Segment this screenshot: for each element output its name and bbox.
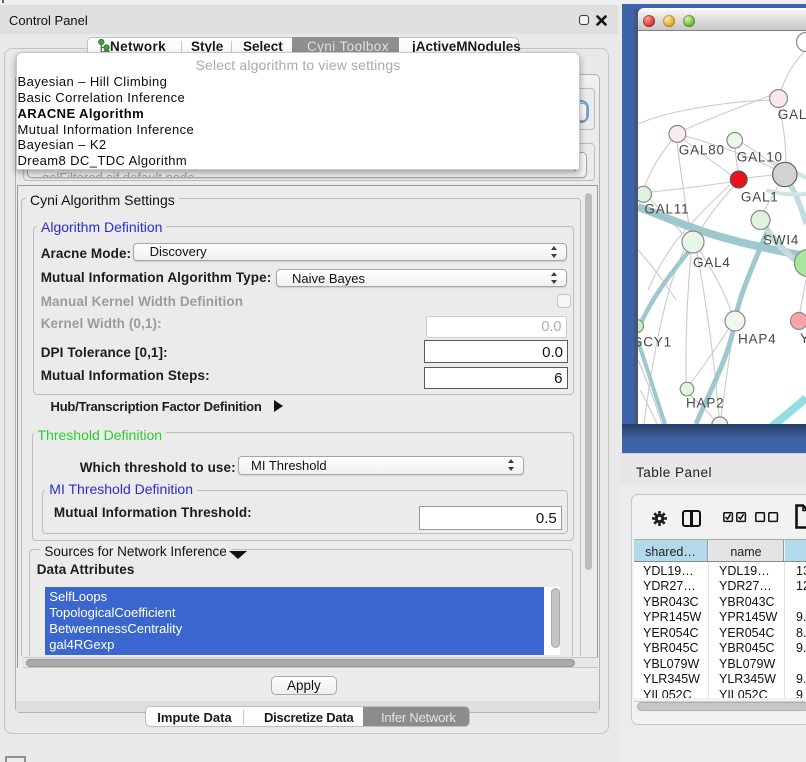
svg-text:HAP4: HAP4	[738, 331, 776, 346]
svg-text:GAL10: GAL10	[737, 149, 783, 164]
svg-text:GAL80: GAL80	[679, 143, 725, 158]
svg-text:GAL4: GAL4	[693, 255, 731, 270]
svg-text:HAP2: HAP2	[686, 396, 724, 411]
svg-text:YM: YM	[800, 331, 806, 346]
svg-text:SWI4: SWI4	[763, 232, 799, 247]
svg-text:GAL2: GAL2	[778, 107, 806, 122]
svg-text:GAL11: GAL11	[644, 202, 689, 217]
svg-text:GCY1: GCY1	[638, 335, 672, 350]
svg-text:GAL1: GAL1	[741, 190, 779, 205]
